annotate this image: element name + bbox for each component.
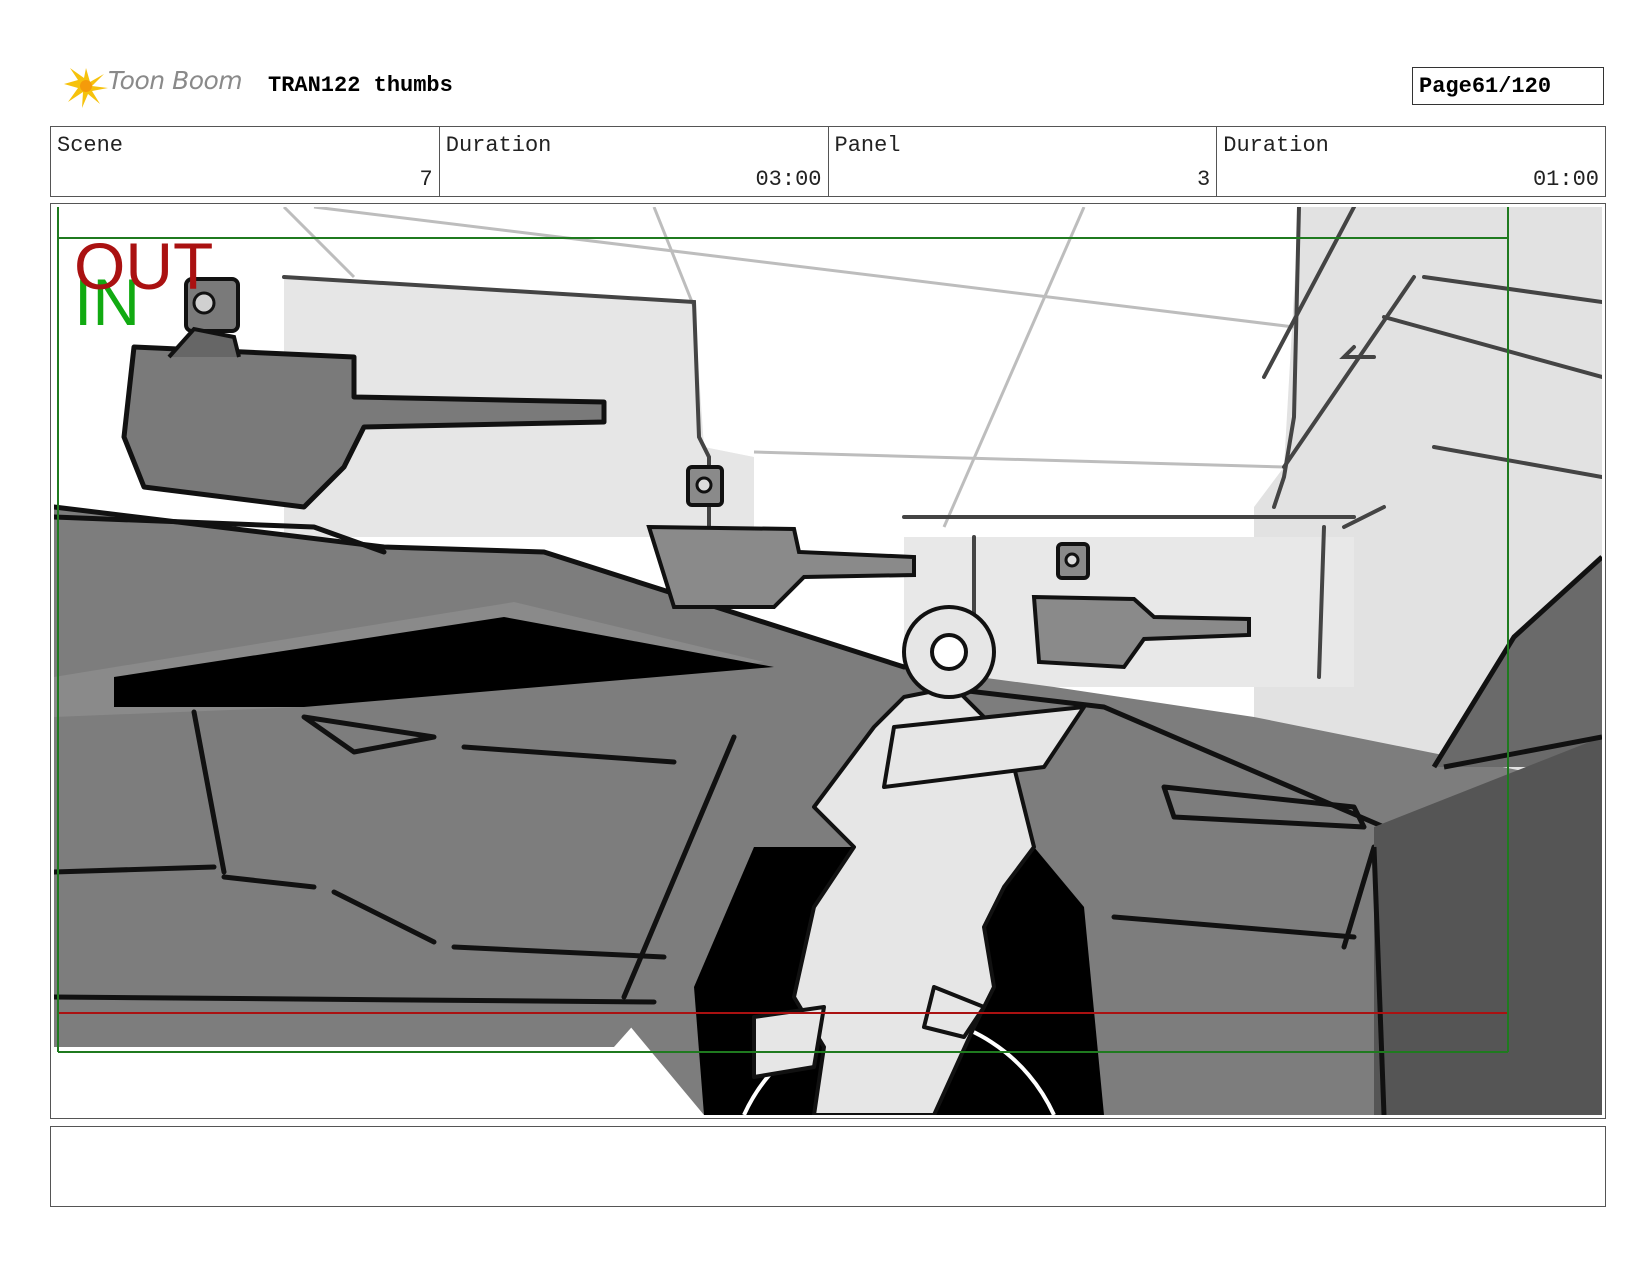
storyboard-panel-sketch: IN OUT — [54, 207, 1602, 1115]
panel-label: Panel — [834, 133, 901, 158]
out-frame-label: OUT — [74, 229, 213, 303]
scene-info-table: Scene 7 Duration 03:00 Panel 3 Duration … — [50, 126, 1606, 197]
panel-duration-label: Duration — [1223, 133, 1329, 158]
page-label: Page — [1419, 73, 1472, 99]
scene-value: 7 — [419, 167, 433, 192]
page-indicator: Page 61/120 — [1412, 67, 1604, 105]
page-value: 61/120 — [1471, 73, 1552, 99]
scene-label: Scene — [57, 133, 124, 158]
panel-duration-value: 01:00 — [1532, 167, 1599, 192]
logo-wordmark: Toon Boom — [108, 66, 243, 95]
scene-cell: Scene 7 — [51, 127, 440, 196]
scene-duration-cell: Duration 03:00 — [440, 127, 829, 196]
panel-cell: Panel 3 — [829, 127, 1218, 196]
panel-value: 3 — [1197, 167, 1211, 192]
panel-notes-box — [50, 1126, 1606, 1207]
document-title: TRAN122 thumbs — [268, 73, 453, 98]
scene-duration-label: Duration — [445, 133, 552, 158]
panel-duration-cell: Duration 01:00 — [1217, 127, 1605, 196]
scene-duration-value: 03:00 — [755, 167, 822, 192]
